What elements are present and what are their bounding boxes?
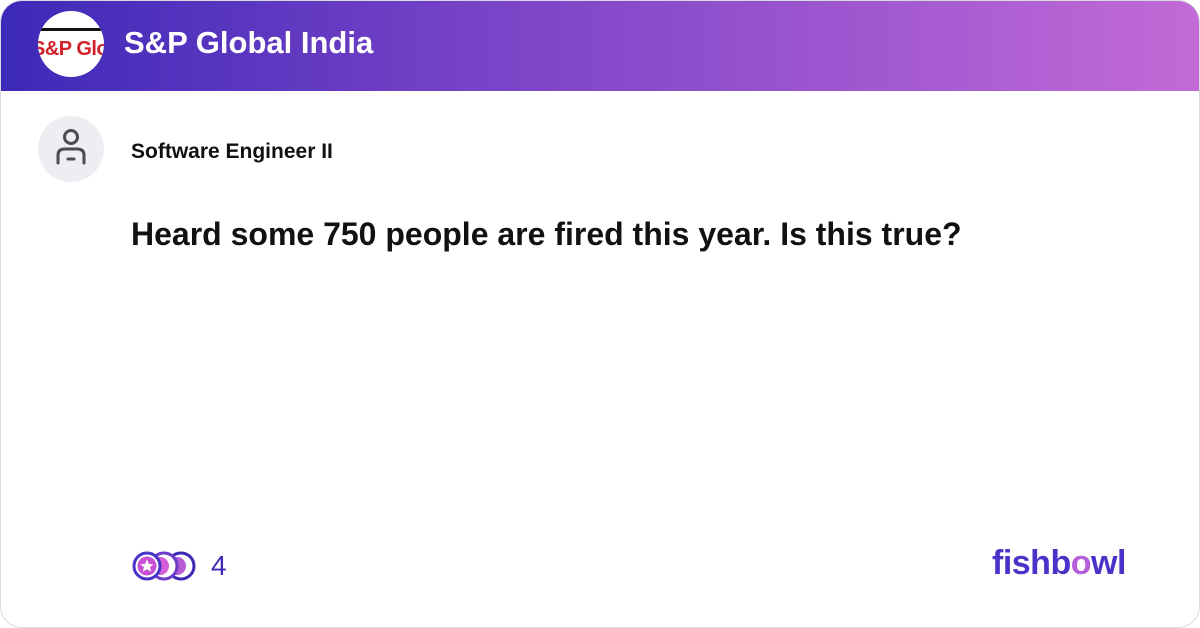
brand-part-2: o: [1070, 544, 1092, 582]
fishbowl-logo[interactable]: fishbowl: [992, 544, 1126, 583]
person-icon: [56, 129, 86, 165]
author-role: Software Engineer II: [131, 140, 333, 163]
company-logo[interactable]: S&P Global: [38, 11, 104, 77]
brand-part-3: wl: [1091, 544, 1126, 582]
avatar: [38, 116, 104, 182]
post-question[interactable]: Heard some 750 people are fired this yea…: [131, 216, 962, 253]
header-bar: S&P Global S&P Global India: [1, 1, 1199, 91]
reaction-icons[interactable]: [131, 549, 199, 583]
logo-text: S&P Global: [38, 38, 104, 60]
reaction-count[interactable]: 4: [211, 550, 227, 582]
logo-rule: [38, 28, 104, 31]
post-card: S&P Global S&P Global India Software Eng…: [0, 0, 1200, 628]
brand-part-1: fishb: [992, 544, 1071, 582]
company-name[interactable]: S&P Global India: [124, 25, 373, 61]
